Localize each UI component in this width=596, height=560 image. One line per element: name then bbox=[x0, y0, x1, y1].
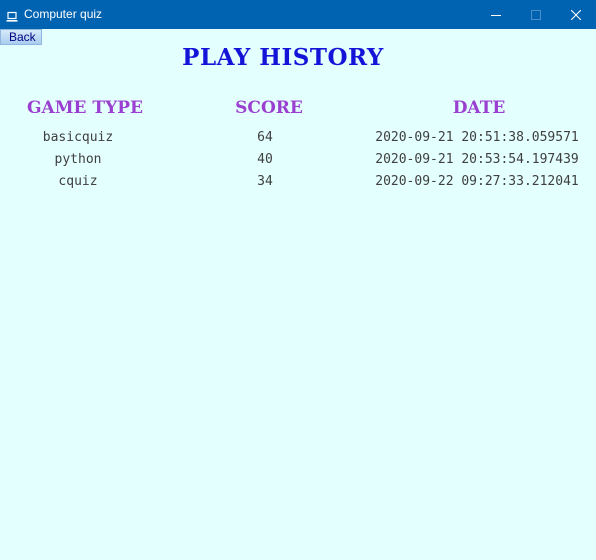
score-cell: 40 bbox=[257, 152, 273, 167]
game-type-cell: cquiz bbox=[58, 174, 98, 189]
date-cell: 2020-09-22 09:27:33.212041 bbox=[375, 174, 579, 189]
maximize-button[interactable] bbox=[516, 0, 556, 29]
minimize-button[interactable] bbox=[476, 0, 516, 29]
laptop-icon bbox=[6, 8, 18, 22]
close-icon bbox=[571, 9, 581, 20]
column-header-date: DATE bbox=[452, 98, 506, 118]
column-header-score: SCORE bbox=[235, 98, 303, 118]
game-type-cell: python bbox=[54, 152, 102, 167]
window-title: Computer quiz bbox=[24, 7, 103, 21]
history-table: basicquiz 64 2020-09-21 20:51:38.059571 … bbox=[0, 128, 596, 194]
page-title: PLAY HISTORY bbox=[182, 44, 384, 71]
maximize-icon bbox=[531, 9, 541, 20]
score-cell: 34 bbox=[257, 174, 273, 189]
table-row: cquiz 34 2020-09-22 09:27:33.212041 bbox=[0, 172, 596, 194]
game-type-cell: basicquiz bbox=[42, 130, 114, 145]
title-bar[interactable]: Computer quiz bbox=[0, 0, 596, 29]
table-row: python 40 2020-09-21 20:53:54.197439 bbox=[0, 150, 596, 172]
app-window: Computer quiz Back PLAY HISTORY GAME TYP… bbox=[0, 0, 596, 560]
table-row: basicquiz 64 2020-09-21 20:51:38.059571 bbox=[0, 128, 596, 150]
close-button[interactable] bbox=[556, 0, 596, 29]
minimize-icon bbox=[491, 14, 501, 16]
back-button[interactable]: Back bbox=[0, 29, 42, 45]
column-header-game-type: GAME TYPE bbox=[27, 98, 143, 118]
date-cell: 2020-09-21 20:53:54.197439 bbox=[375, 152, 579, 167]
date-cell: 2020-09-21 20:51:38.059571 bbox=[375, 130, 579, 145]
score-cell: 64 bbox=[257, 130, 273, 145]
